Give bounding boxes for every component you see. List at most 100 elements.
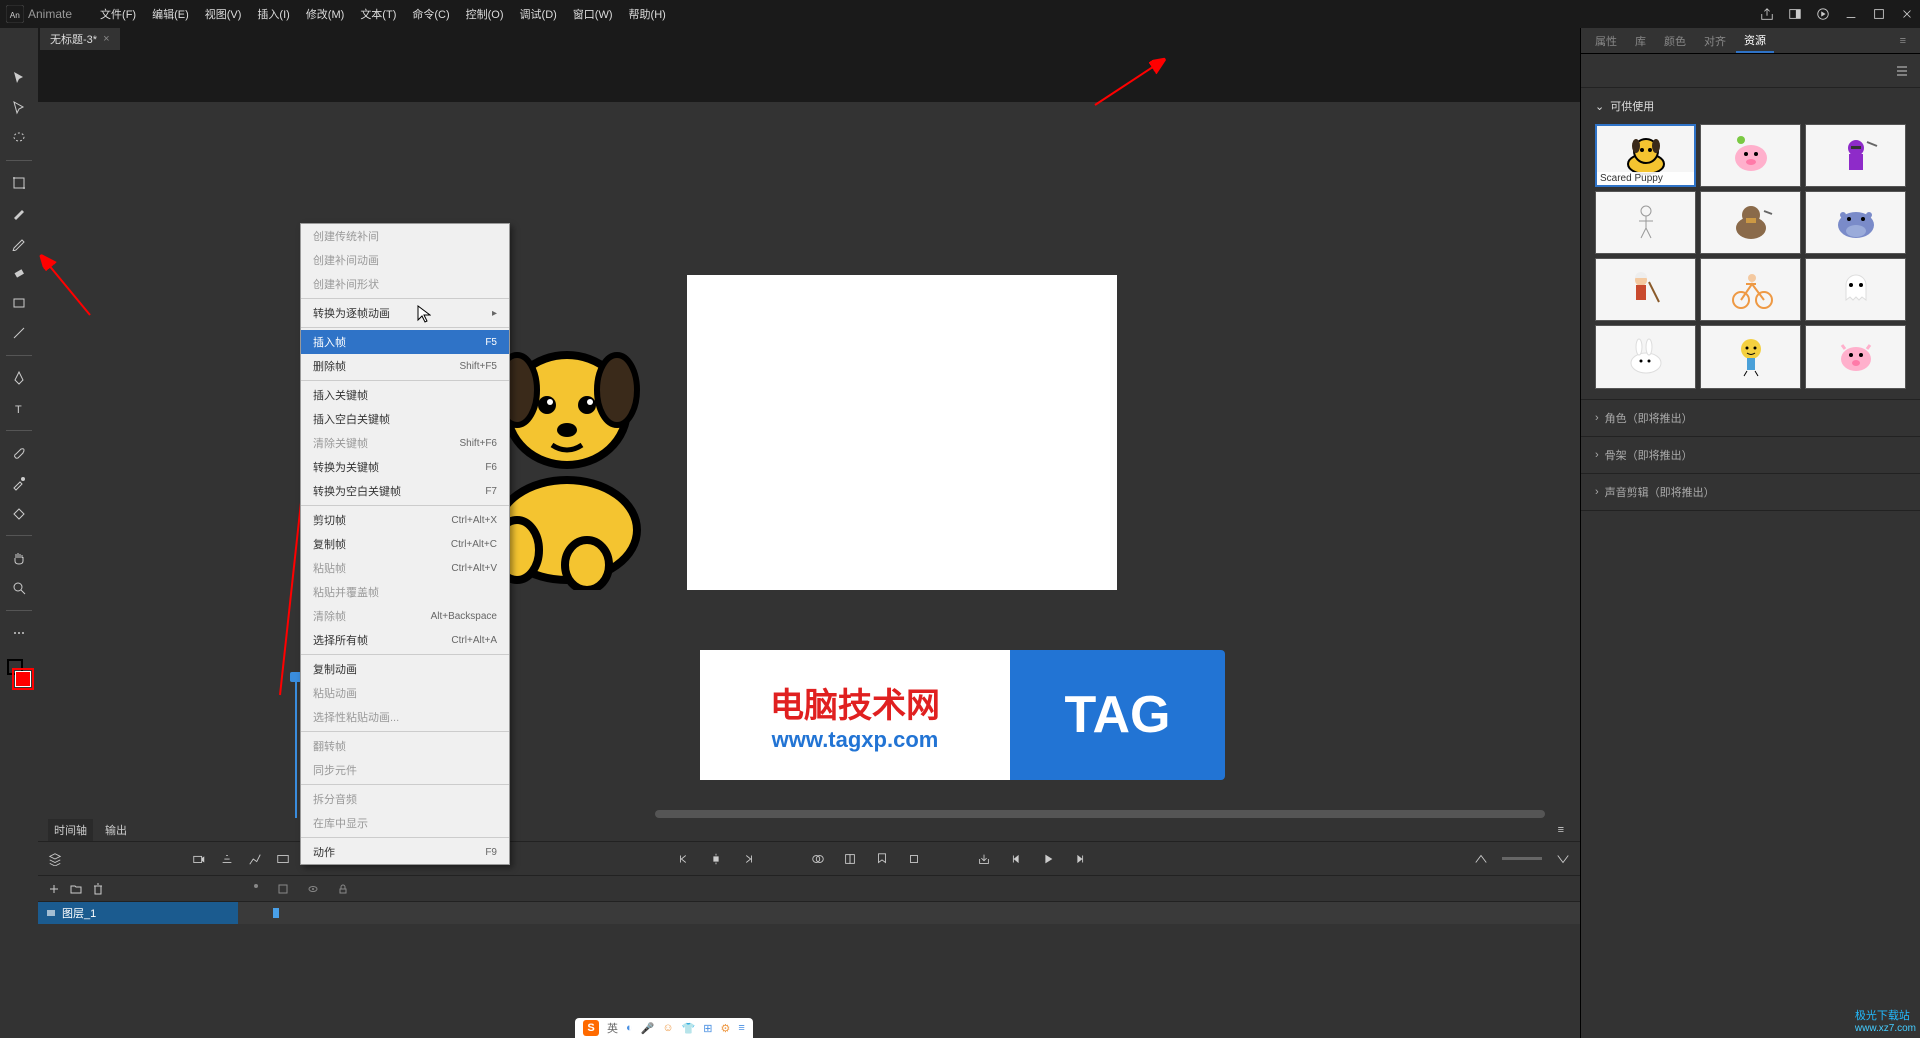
asset-hippo[interactable]	[1805, 191, 1906, 254]
ime-mic-icon[interactable]: 🎤	[641, 1022, 655, 1035]
camera-icon[interactable]	[192, 852, 206, 866]
ctx-convert-frame-anim[interactable]: 转换为逐帧动画▸	[301, 301, 509, 325]
keyframe-marker[interactable]	[273, 908, 279, 918]
selection-tool[interactable]	[9, 68, 29, 88]
lock-col-icon[interactable]	[338, 884, 348, 894]
document-tab[interactable]: 无标题-3*	[40, 28, 120, 50]
transform-tool[interactable]	[9, 173, 29, 193]
menu-control[interactable]: 控制(O)	[458, 2, 512, 26]
ctx-reveal-library[interactable]: 在库中显示	[301, 811, 509, 835]
audio-section[interactable]: ›声音剪辑（即将推出）	[1581, 474, 1920, 511]
layer-name-cell[interactable]: 图层_1	[38, 902, 238, 924]
ctx-create-classic-tween[interactable]: 创建传统补间	[301, 224, 509, 248]
ctx-sync-symbols[interactable]: 同步元件	[301, 758, 509, 782]
brush-tool[interactable]	[9, 203, 29, 223]
asset-pink-pig[interactable]	[1805, 325, 1906, 388]
ctx-paste-overwrite[interactable]: 粘贴并覆盖帧	[301, 580, 509, 604]
fill-swatch[interactable]	[15, 671, 31, 687]
ctx-convert-keyframe[interactable]: 转换为关键帧F6	[301, 455, 509, 479]
ctx-create-shape-tween[interactable]: 创建补间形状	[301, 272, 509, 296]
timeline-track[interactable]	[238, 902, 1580, 924]
hand-tool[interactable]	[9, 548, 29, 568]
asset-scared-puppy[interactable]: Scared Puppy	[1595, 124, 1696, 187]
subselection-tool[interactable]	[9, 98, 29, 118]
ctx-clear-frames[interactable]: 清除帧Alt+Backspace	[301, 604, 509, 628]
new-folder-icon[interactable]	[70, 883, 82, 895]
tab-properties[interactable]: 属性	[1587, 30, 1625, 52]
asset-skeleton[interactable]	[1595, 191, 1696, 254]
graph-icon[interactable]	[248, 852, 262, 866]
tab-timeline[interactable]: 时间轴	[48, 819, 93, 841]
marker-icon[interactable]	[875, 852, 889, 866]
timeline-zoom-slider[interactable]	[1502, 857, 1542, 860]
ctx-select-all[interactable]: 选择所有帧Ctrl+Alt+A	[301, 628, 509, 652]
menu-insert[interactable]: 插入(I)	[249, 2, 297, 26]
close-icon[interactable]	[1900, 7, 1914, 21]
ime-lang[interactable]: 英	[607, 1020, 618, 1036]
ctx-copy-frames[interactable]: 复制帧Ctrl+Alt+C	[301, 532, 509, 556]
ctx-reverse-frames[interactable]: 翻转帧	[301, 734, 509, 758]
asset-ghost[interactable]	[1805, 258, 1906, 321]
ctx-actions[interactable]: 动作F9	[301, 840, 509, 864]
layer-depth-icon[interactable]	[220, 852, 234, 866]
frame-view-icon[interactable]	[276, 852, 290, 866]
list-view-icon[interactable]	[1894, 63, 1910, 79]
ctx-paste-special[interactable]: 选择性粘贴动画...	[301, 705, 509, 729]
rigs-section[interactable]: ›骨架（即将推出）	[1581, 437, 1920, 474]
horizontal-scrollbar[interactable]	[655, 810, 1545, 818]
ctx-convert-blank-keyframe[interactable]: 转换为空白关键帧F7	[301, 479, 509, 503]
asset-grandpa[interactable]	[1595, 258, 1696, 321]
eraser-tool[interactable]	[9, 263, 29, 283]
ctx-split-audio[interactable]: 拆分音频	[301, 787, 509, 811]
rectangle-tool[interactable]	[9, 293, 29, 313]
workspace-icon[interactable]	[1788, 7, 1802, 21]
asset-ninja[interactable]	[1805, 124, 1906, 187]
lasso-tool[interactable]	[9, 128, 29, 148]
visibility-col-icon[interactable]	[308, 884, 318, 894]
tab-color[interactable]: 颜色	[1656, 30, 1694, 52]
asset-pig[interactable]	[1700, 124, 1801, 187]
pen-tool[interactable]	[9, 368, 29, 388]
play-button-icon[interactable]	[1041, 852, 1055, 866]
ctx-remove-frame[interactable]: 删除帧Shift+F5	[301, 354, 509, 378]
menu-window[interactable]: 窗口(W)	[565, 2, 621, 26]
text-tool[interactable]: T	[9, 398, 29, 418]
ime-settings-icon[interactable]: ⚙	[721, 1022, 731, 1035]
menu-edit[interactable]: 编辑(E)	[144, 2, 197, 26]
ime-voice-icon[interactable]: ◐	[626, 1022, 633, 1034]
asset-bicycle-girl[interactable]	[1700, 258, 1801, 321]
edit-multiple-icon[interactable]	[843, 852, 857, 866]
share-icon[interactable]	[1760, 7, 1774, 21]
pencil-tool[interactable]	[9, 233, 29, 253]
ctx-cut-frames[interactable]: 剪切帧Ctrl+Alt+X	[301, 508, 509, 532]
tab-output[interactable]: 输出	[99, 819, 133, 841]
loop-icon[interactable]	[907, 852, 921, 866]
bone-tool[interactable]	[9, 443, 29, 463]
chevron-down-icon[interactable]: ⌄	[1595, 100, 1604, 113]
roles-section[interactable]: ›角色（即将推出）	[1581, 400, 1920, 437]
zoom-in-timeline-icon[interactable]	[1556, 852, 1570, 866]
add-layer-icon[interactable]	[48, 883, 60, 895]
ctx-clear-keyframe[interactable]: 清除关键帧Shift+F6	[301, 431, 509, 455]
edit-toolbar-icon[interactable]	[9, 623, 29, 643]
maximize-icon[interactable]	[1872, 7, 1886, 21]
play-icon[interactable]	[1816, 7, 1830, 21]
line-tool[interactable]	[9, 323, 29, 343]
color-swatches[interactable]	[7, 659, 31, 687]
delete-layer-icon[interactable]	[92, 883, 104, 895]
menu-debug[interactable]: 调试(D)	[512, 2, 565, 26]
insert-keyframe-icon[interactable]	[709, 852, 723, 866]
first-frame-icon[interactable]	[1009, 852, 1023, 866]
ctx-insert-blank-keyframe[interactable]: 插入空白关键帧	[301, 407, 509, 431]
tab-library[interactable]: 库	[1627, 30, 1654, 52]
asset-yellow-boy[interactable]	[1700, 325, 1801, 388]
paint-bucket-tool[interactable]	[9, 503, 29, 523]
ime-toolbox-icon[interactable]: ⊞	[703, 1022, 712, 1035]
menu-view[interactable]: 视图(V)	[197, 2, 250, 26]
zoom-out-timeline-icon[interactable]	[1474, 852, 1488, 866]
tab-assets[interactable]: 资源	[1736, 29, 1774, 53]
menu-text[interactable]: 文本(T)	[352, 2, 404, 26]
ctx-insert-keyframe[interactable]: 插入关键帧	[301, 383, 509, 407]
menu-modify[interactable]: 修改(M)	[298, 2, 353, 26]
panel-menu-icon[interactable]: ≡	[1892, 32, 1914, 50]
